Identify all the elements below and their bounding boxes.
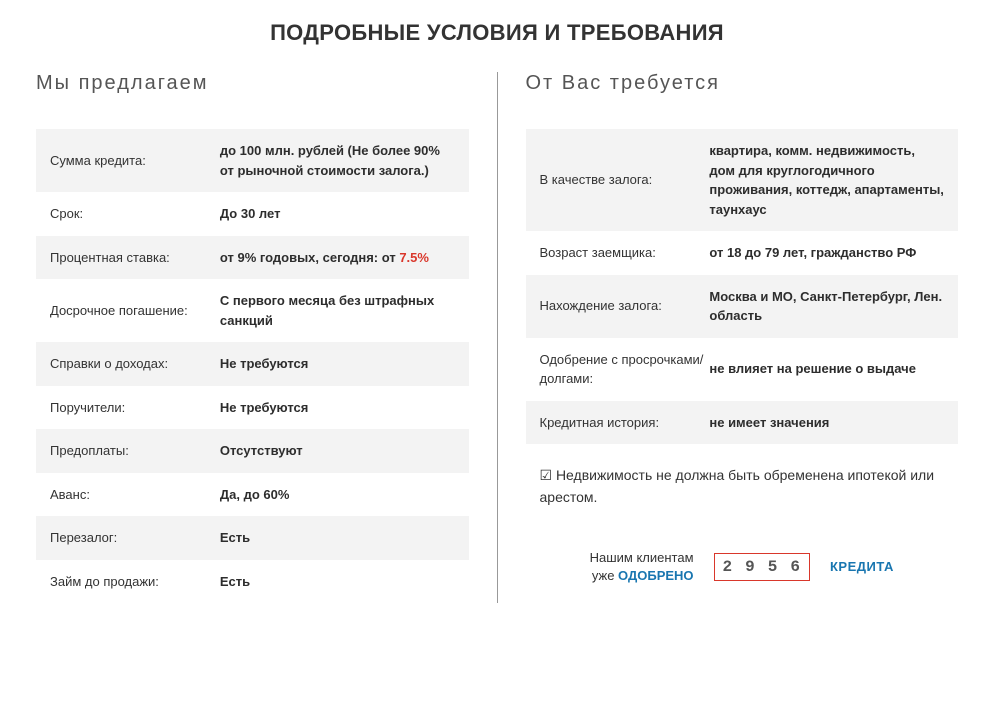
- row-value: квартира, комм. недвижимость, дом для кр…: [709, 141, 944, 219]
- row-label: Возраст заемщика:: [540, 243, 710, 263]
- table-row: Займ до продажи: Есть: [36, 560, 469, 604]
- row-value: С первого месяца без штрафных санкций: [220, 291, 455, 330]
- table-row: Справки о доходах: Не требуются: [36, 342, 469, 386]
- approved-suffix: КРЕДИТА: [830, 559, 894, 574]
- approved-text: Нашим клиентам уже ОДОБРЕНО: [590, 549, 694, 585]
- accent-rate: 7.5%: [399, 250, 429, 265]
- row-label: Сумма кредита:: [50, 151, 220, 171]
- property-note: ☑ Недвижимость не должна быть обременена…: [526, 464, 959, 509]
- table-row: Сумма кредита: до 100 млн. рублей (Не бо…: [36, 129, 469, 192]
- left-rows: Сумма кредита: до 100 млн. рублей (Не бо…: [36, 129, 469, 603]
- table-row: Предоплаты: Отсутствуют: [36, 429, 469, 473]
- approved-line2: уже ОДОБРЕНО: [590, 567, 694, 585]
- table-row: Нахождение залога: Москва и МО, Санкт-Пе…: [526, 275, 959, 338]
- row-value: Не требуются: [220, 398, 455, 418]
- row-value: до 100 млн. рублей (Не более 90% от рыно…: [220, 141, 455, 180]
- row-value: от 18 до 79 лет, гражданство РФ: [709, 243, 944, 263]
- row-value: Есть: [220, 572, 455, 592]
- right-rows: В качестве залога: квартира, комм. недви…: [526, 129, 959, 444]
- row-value: не влияет на решение о выдаче: [709, 359, 944, 379]
- row-label: Срок:: [50, 204, 220, 224]
- row-label: Одобрение с просрочками/долгами:: [540, 350, 710, 389]
- row-value: не имеет значения: [709, 413, 944, 433]
- left-column: Мы предлагаем Сумма кредита: до 100 млн.…: [36, 72, 498, 603]
- approved-counter: 2 9 5 6: [714, 553, 810, 581]
- row-value: от 9% годовых, сегодня: от 7.5%: [220, 248, 455, 268]
- row-value: Да, до 60%: [220, 485, 455, 505]
- counter-digit: 9: [745, 558, 756, 576]
- counter-digit: 5: [768, 558, 779, 576]
- approved-box: Нашим клиентам уже ОДОБРЕНО 2 9 5 6 КРЕД…: [526, 549, 959, 585]
- table-row: Процентная ставка: от 9% годовых, сегодн…: [36, 236, 469, 280]
- row-label: В качестве залога:: [540, 170, 710, 190]
- row-label: Досрочное погашение:: [50, 301, 220, 321]
- row-label: Процентная ставка:: [50, 248, 220, 268]
- row-label: Предоплаты:: [50, 441, 220, 461]
- table-row: Возраст заемщика: от 18 до 79 лет, гражд…: [526, 231, 959, 275]
- approved-accent: ОДОБРЕНО: [618, 568, 694, 583]
- row-label: Нахождение залога:: [540, 296, 710, 316]
- page-title: ПОДРОБНЫЕ УСЛОВИЯ И ТРЕБОВАНИЯ: [36, 20, 958, 46]
- row-label: Аванс:: [50, 485, 220, 505]
- row-label: Займ до продажи:: [50, 572, 220, 592]
- right-column: От Вас требуется В качестве залога: квар…: [498, 72, 959, 603]
- table-row: В качестве залога: квартира, комм. недви…: [526, 129, 959, 231]
- row-label: Кредитная история:: [540, 413, 710, 433]
- left-heading: Мы предлагаем: [36, 72, 469, 95]
- table-row: Аванс: Да, до 60%: [36, 473, 469, 517]
- table-row: Перезалог: Есть: [36, 516, 469, 560]
- row-value: Есть: [220, 528, 455, 548]
- columns-wrapper: Мы предлагаем Сумма кредита: до 100 млн.…: [36, 72, 958, 603]
- table-row: Досрочное погашение: С первого месяца бе…: [36, 279, 469, 342]
- table-row: Поручители: Не требуются: [36, 386, 469, 430]
- counter-digit: 2: [723, 558, 734, 576]
- counter-digit: 6: [790, 558, 801, 576]
- row-label: Справки о доходах:: [50, 354, 220, 374]
- row-value: До 30 лет: [220, 204, 455, 224]
- row-value: Москва и МО, Санкт-Петербург, Лен. облас…: [709, 287, 944, 326]
- row-value: Отсутствуют: [220, 441, 455, 461]
- row-value: Не требуются: [220, 354, 455, 374]
- right-heading: От Вас требуется: [526, 72, 959, 95]
- table-row: Срок: До 30 лет: [36, 192, 469, 236]
- table-row: Кредитная история: не имеет значения: [526, 401, 959, 445]
- row-label: Поручители:: [50, 398, 220, 418]
- row-label: Перезалог:: [50, 528, 220, 548]
- approved-line1: Нашим клиентам: [590, 549, 694, 567]
- table-row: Одобрение с просрочками/долгами: не влия…: [526, 338, 959, 401]
